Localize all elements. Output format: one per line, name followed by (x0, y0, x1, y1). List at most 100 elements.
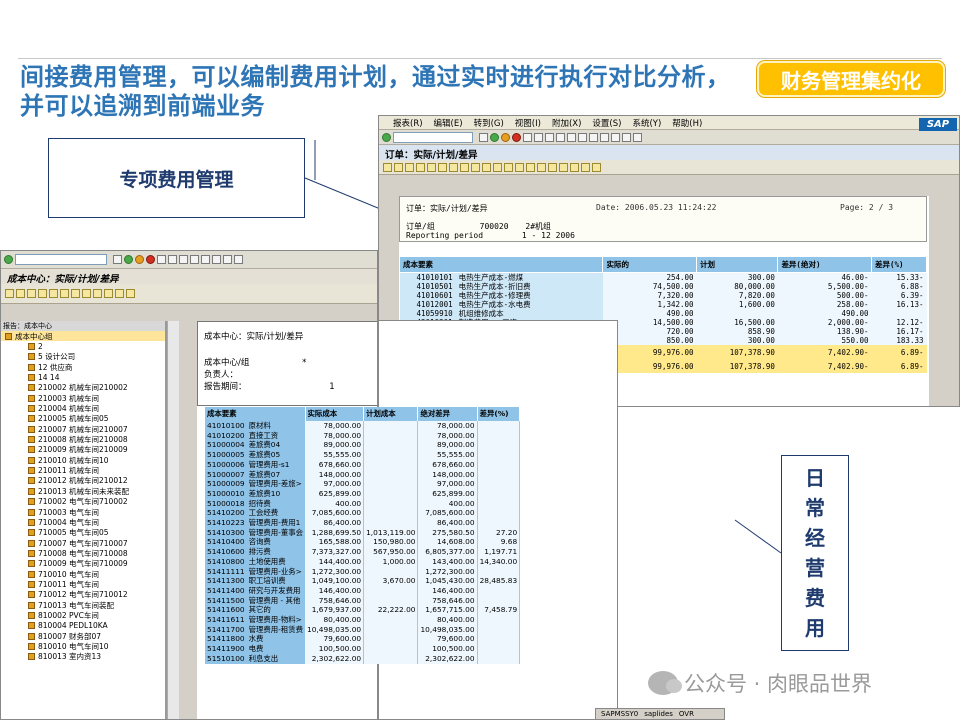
first-page-icon[interactable] (556, 132, 565, 142)
table-row[interactable]: 51000010 差旅费10 625,899.00 625,899.00 (205, 488, 521, 499)
tree-node[interactable]: 710002 电气车间710002 (1, 497, 165, 507)
table-row[interactable]: 51411400 研究与开发费用 146,400.00 146,400.00 (205, 585, 521, 596)
menu-item-system[interactable]: 系统(Y) (632, 117, 661, 129)
next-icon[interactable] (581, 162, 590, 172)
table-row[interactable]: 51410800 土地使用费 144,400.00 1,000.00 143,400.0… (205, 556, 521, 567)
menu-item-help[interactable]: 帮助(H) (672, 117, 702, 129)
tree-node[interactable]: 710012 电气车间710012 (1, 590, 165, 600)
left-columns-icon[interactable] (27, 289, 36, 298)
tree-root-node[interactable]: 成本中心组 (1, 331, 165, 342)
tree-node[interactable]: 210007 机械车间210007 (1, 424, 165, 434)
left-first-page-icon[interactable] (179, 255, 188, 264)
table-row[interactable]: 51411600 其它的 1,679,937.00 22,222.00 1,657,71… (205, 605, 521, 616)
tree-node[interactable]: 710008 电气车间710008 (1, 548, 165, 558)
tree-node[interactable]: 810004 PEDL10KA (1, 621, 165, 631)
tree-node[interactable]: 210003 机械车间 (1, 393, 165, 403)
tree-node[interactable]: 810013 室内资13 (1, 652, 165, 662)
left-print-icon[interactable] (157, 255, 166, 264)
table-row[interactable]: 51000007 差旅费07 148,000.00 148,000.00 (205, 469, 521, 480)
menu-item-settings[interactable]: 设置(S) (592, 117, 621, 129)
table-row[interactable]: 41010501 电热生产成本-折旧费 74,500.00 80,000.00 5,50… (399, 282, 927, 291)
tree-node[interactable]: 710003 电气车间 (1, 507, 165, 517)
find-icon[interactable] (534, 132, 543, 142)
menu-item-goto[interactable]: 转到(G) (474, 117, 504, 129)
col-cost-element[interactable]: 成本要素 (398, 256, 604, 273)
table-row[interactable]: 51410400 咨询费 165,588.00 150,980.00 14,608.00… (205, 537, 521, 548)
left-excel-icon[interactable] (38, 289, 47, 298)
table-row[interactable]: 51410200 工会经费 7,085,600.00 7,085,600.00 (205, 508, 521, 519)
tree-node[interactable]: 810007 财务部07 (1, 631, 165, 641)
left-first-icon[interactable] (71, 289, 80, 298)
left-sort-icon[interactable] (60, 289, 69, 298)
table-row[interactable]: 51411611 管理费用-物料> 80,400.00 80,400.00 (205, 615, 521, 625)
left-save-icon[interactable] (113, 255, 122, 264)
tree-node[interactable]: 810002 PVC车间 (1, 610, 165, 620)
table-row[interactable]: 51411900 电费 100,500.00 100,500.00 (205, 644, 521, 654)
table-row[interactable]: 51410300 管理费用-董事会 1,288,699.50 1,013,119.00… (205, 527, 521, 538)
menu-item-extras[interactable]: 附加(X) (552, 117, 581, 129)
command-field[interactable] (393, 131, 473, 143)
left-exit-icon[interactable] (135, 255, 144, 264)
table-row[interactable]: 51000018 招待费 400.00 400.00 (205, 498, 521, 509)
columns-icon[interactable] (482, 162, 491, 172)
table-row[interactable]: 51411700 管理费用-租赁费 10,498,035.00 10,498,035.… (205, 624, 521, 635)
left-find-icon[interactable] (168, 255, 177, 264)
tree-node[interactable]: 710004 电气车间 (1, 517, 165, 527)
tree-scrollbar[interactable] (167, 321, 179, 719)
table-row[interactable]: 41010101 电热生产成本-燃煤 254.00 300.00 46.00- 15.33… (399, 272, 927, 282)
enter-icon[interactable] (382, 132, 391, 142)
left-enter-icon[interactable] (4, 255, 13, 264)
table-row[interactable]: 51510100 利息支出 2,302,622.00 2,302,622.00 (205, 653, 521, 664)
tree-node[interactable]: 710009 电气车间710009 (1, 559, 165, 569)
table-row[interactable]: 51410600 排污费 7,373,327.00 567,950.00 6,805,3… (205, 547, 521, 557)
menu-item-view[interactable]: 视图(I) (515, 117, 541, 129)
left-graphic-icon[interactable] (49, 289, 58, 298)
left-col-variance[interactable]: 绝对差异 (417, 407, 478, 421)
table-row[interactable]: 51411500 管理费用 - 其他 758,646.00 758,646.00 (205, 595, 521, 606)
last-icon[interactable] (592, 162, 601, 172)
left-prev-icon[interactable] (82, 289, 91, 298)
table-row[interactable]: 41010100 原材料 78,000.00 78,000.00 (205, 421, 521, 431)
tree-node[interactable]: 210009 机械车间210009 (1, 445, 165, 455)
left-command-field[interactable] (15, 254, 107, 265)
left-col-actual[interactable]: 实际成本 (305, 407, 365, 421)
export-icon[interactable] (449, 162, 458, 172)
expand-icon[interactable] (493, 162, 502, 172)
table-row[interactable]: 51000006 管理费用-s1 678,660.00 678,660.00 (205, 459, 521, 470)
sort-icon[interactable] (416, 162, 425, 172)
excel-icon[interactable] (515, 162, 524, 172)
tree-node[interactable]: 5 设计公司 (1, 352, 165, 362)
tree-node[interactable]: 710005 电气车间05 (1, 528, 165, 538)
tree-node[interactable]: 210002 机械车间210002 (1, 383, 165, 393)
search-icon[interactable] (471, 162, 480, 172)
table-row[interactable]: 41012001 电热生产成本-水电费 1,342.00 1,600.00 258.00… (399, 300, 927, 309)
col-plan[interactable]: 计划 (696, 256, 779, 273)
left-prev-page-icon[interactable] (190, 255, 199, 264)
menu-item-report[interactable]: 报表(R) (393, 117, 423, 129)
last-page-icon[interactable] (589, 132, 598, 142)
exit-icon[interactable] (501, 132, 510, 142)
next-page-icon[interactable] (578, 132, 587, 142)
tree-node[interactable]: 210004 机械车间 (1, 403, 165, 413)
left-last-page-icon[interactable] (212, 255, 221, 264)
col-actual[interactable]: 实际的 (602, 256, 698, 273)
tree-node[interactable]: 12 供应商 (1, 362, 165, 372)
layout-settings-icon[interactable] (405, 162, 414, 172)
left-layout-icon[interactable] (126, 289, 135, 298)
tree-node[interactable]: 210005 机械车间05 (1, 414, 165, 424)
tree-node[interactable]: 14 14 (1, 372, 165, 382)
table-row[interactable]: 51410223 管理费用-费用1 86,400.00 86,400.00 (205, 518, 521, 528)
table-row[interactable]: 51411300 职工培训费 1,049,100.00 3,670.00 1,045,4… (205, 576, 521, 586)
left-next-page-icon[interactable] (201, 255, 210, 264)
table-row[interactable]: 51411800 水费 79,600.00 79,600.00 (205, 634, 521, 645)
new-session-icon[interactable] (600, 132, 609, 142)
left-next-icon[interactable] (93, 289, 102, 298)
print-icon[interactable] (523, 132, 532, 142)
help-icon[interactable] (622, 132, 631, 142)
table-row[interactable]: 51000009 管理费用-差旅> 97,000.00 97,000.00 (205, 479, 521, 489)
left-back-icon[interactable] (124, 255, 133, 264)
filter-icon[interactable] (427, 162, 436, 172)
tree-node[interactable]: 710011 电气车间 (1, 579, 165, 589)
tree-node[interactable]: 710010 电气车间 (1, 569, 165, 579)
col-variance-abs[interactable]: 差异(绝对) (777, 256, 873, 273)
